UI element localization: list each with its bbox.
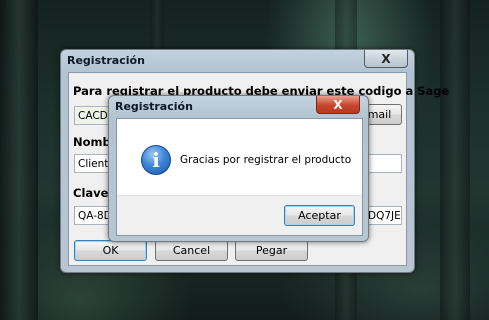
dialog-title: Registración: [115, 100, 193, 113]
dialog-close-button[interactable]: X: [316, 96, 360, 114]
cancel-button[interactable]: Cancel: [155, 240, 228, 261]
info-icon: i: [141, 145, 171, 175]
key-field-right[interactable]: DQ7JE: [364, 206, 402, 225]
name-field-right[interactable]: [364, 154, 402, 173]
close-icon: X: [333, 97, 343, 112]
close-icon: X: [381, 51, 391, 66]
dialog-body: i Gracias por registrar el producto Acep…: [116, 118, 363, 236]
dialog-message: Gracias por registrar el producto: [180, 154, 352, 166]
window-title: Registración: [67, 54, 145, 67]
background-tree: [0, 0, 38, 320]
ok-button[interactable]: OK: [74, 240, 147, 261]
accept-button[interactable]: Aceptar: [284, 205, 355, 226]
message-dialog: Registración X i Gracias por registrar e…: [108, 95, 369, 242]
dialog-footer: Aceptar: [117, 195, 362, 235]
close-button[interactable]: X: [364, 50, 408, 68]
paste-button[interactable]: Pegar: [235, 240, 308, 261]
background-tree: [440, 0, 470, 320]
